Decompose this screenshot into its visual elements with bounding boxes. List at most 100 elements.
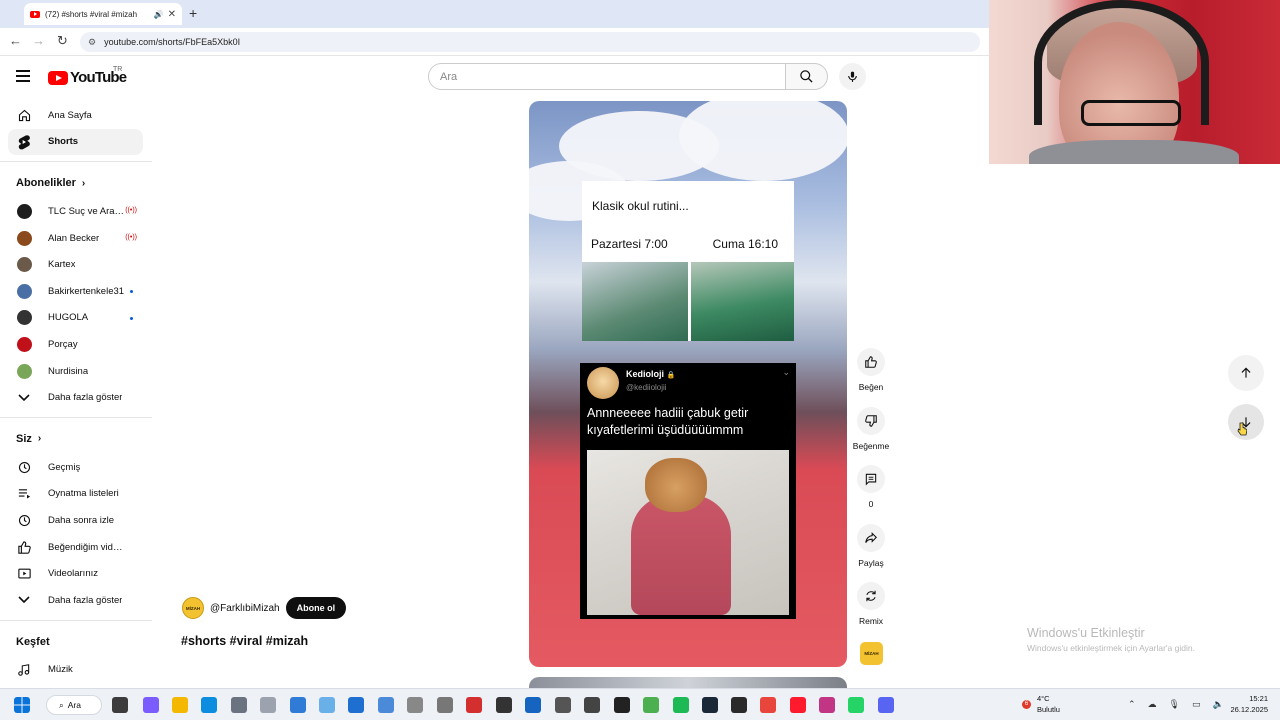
- sidebar-item-history[interactable]: Geçmiş: [0, 454, 143, 481]
- chevron-up-icon[interactable]: ⌃: [1128, 699, 1136, 710]
- show-more-subscriptions[interactable]: Daha fazla göster: [0, 384, 143, 411]
- spotify-icon[interactable]: [673, 697, 689, 713]
- watermark-line-1: Windows'u Etkinleştir: [1027, 626, 1145, 640]
- channel-info: MİZAH @FarklıbiMizah Abone ol: [182, 597, 347, 619]
- youtube-logo[interactable]: YouTube TR: [48, 66, 127, 86]
- show-more-you[interactable]: Daha fazla göster: [0, 587, 143, 614]
- forward-arrow-icon[interactable]: →: [32, 33, 45, 48]
- steam-icon[interactable]: [702, 697, 718, 713]
- sidebar-subscription-item[interactable]: Alan Becker ((•)): [0, 225, 143, 252]
- explore-title: Keşfet: [16, 635, 50, 648]
- sidebar-item-music[interactable]: Müzik: [0, 657, 143, 684]
- search-input[interactable]: [428, 63, 786, 90]
- app-blue-icon[interactable]: [525, 697, 541, 713]
- sidebar-subscription-item[interactable]: Kartex: [0, 251, 143, 278]
- chevron-down-icon: [16, 592, 32, 608]
- network-icon[interactable]: ▭: [1192, 699, 1201, 710]
- whatsapp-icon[interactable]: [848, 697, 864, 713]
- sidebar-item-label: HUGOLA: [48, 312, 89, 324]
- tray-app-icon[interactable]: ☁: [1148, 699, 1157, 710]
- comment-count: 0: [868, 499, 874, 510]
- remix-button[interactable]: Remix: [850, 582, 892, 641]
- taskbar-clock[interactable]: 15:21 26.12.2025: [1230, 693, 1268, 715]
- sidebar-item-shorts[interactable]: Shorts: [8, 128, 143, 156]
- minecraft-grass-icon[interactable]: [643, 697, 659, 713]
- reload-icon[interactable]: ↻: [57, 33, 68, 49]
- music-icon: [16, 662, 32, 678]
- search-button[interactable]: [786, 63, 828, 90]
- hamburger-menu-icon[interactable]: [16, 70, 30, 82]
- new-tab-button[interactable]: +: [189, 5, 197, 21]
- chrome-icon[interactable]: [760, 697, 776, 713]
- channel-avatar[interactable]: MİZAH: [182, 597, 204, 619]
- site-info-icon[interactable]: ⚙: [88, 37, 96, 48]
- next-short-preview[interactable]: [529, 677, 847, 688]
- sidebar-item-watch-later[interactable]: Daha sonra izle: [0, 507, 143, 534]
- tab-audio-icon[interactable]: 🔊: [154, 10, 164, 19]
- sidebar-item-playlists[interactable]: Oynatma listeleri: [0, 481, 143, 508]
- temperature: 4°C: [1037, 694, 1050, 703]
- shorts-video-player[interactable]: Klasik okul rutini... Pazartesi 7:00 Cum…: [529, 101, 847, 667]
- youtube-masthead: YouTube TR: [0, 56, 990, 98]
- settings-icon[interactable]: [231, 697, 247, 713]
- audio-source-thumbnail[interactable]: MİZAH: [860, 642, 883, 665]
- sidebar-subscription-item[interactable]: Nurdisina: [0, 358, 143, 385]
- weather-widget[interactable]: 6 4°C Bulutlu: [1022, 693, 1060, 715]
- tweet-handle: @kediiolojii: [626, 383, 667, 392]
- folder-icon[interactable]: [172, 697, 188, 713]
- camera-icon[interactable]: [407, 697, 423, 713]
- microphone-icon[interactable]: 🎙: [1169, 699, 1180, 710]
- dislike-button[interactable]: Beğenme: [850, 406, 892, 466]
- meme-photo-right: [691, 262, 794, 341]
- sidebar-item-your-videos[interactable]: Videolarınız: [0, 560, 143, 587]
- app-red-icon[interactable]: [466, 697, 482, 713]
- browser-tab[interactable]: (72) #shorts #viral #mizah 🔊 ✕: [24, 3, 182, 25]
- clock-date: 26.12.2025: [1230, 705, 1268, 714]
- photos-icon[interactable]: [319, 697, 335, 713]
- tab-close-icon[interactable]: ✕: [168, 9, 176, 20]
- store-icon[interactable]: [348, 697, 364, 713]
- opera-icon[interactable]: [790, 697, 806, 713]
- explorer-icon[interactable]: [378, 697, 394, 713]
- file-explorer-icon[interactable]: [112, 697, 128, 713]
- channel-avatar: [16, 230, 32, 246]
- new-content-dot: [130, 316, 133, 320]
- obs-icon[interactable]: [496, 697, 512, 713]
- edge-icon[interactable]: [201, 697, 217, 713]
- instagram-icon[interactable]: [819, 697, 835, 713]
- subscribe-button[interactable]: Abone ol: [285, 597, 347, 619]
- video-hashtags[interactable]: #shorts #viral #mizah: [181, 634, 308, 648]
- sidebar-subscription-item[interactable]: TLC Suç ve Araştırma((•)): [0, 198, 143, 225]
- channel-name[interactable]: @FarklıbiMizah: [210, 603, 280, 614]
- sidebar-subscription-item[interactable]: Porçay: [0, 331, 143, 358]
- url-field[interactable]: ⚙ youtube.com/shorts/FbFEa5Xbk0I: [80, 32, 980, 52]
- sidebar-item-home[interactable]: Ana Sayfa: [0, 102, 143, 129]
- channel-avatar: [16, 310, 32, 326]
- app-icon[interactable]: [290, 697, 306, 713]
- minecraft-icon[interactable]: [584, 697, 600, 713]
- back-arrow-icon[interactable]: ←: [9, 33, 22, 48]
- copilot-icon[interactable]: [143, 697, 159, 713]
- taskbar-search[interactable]: ⌕ Ara: [46, 695, 102, 715]
- cube-icon[interactable]: [555, 697, 571, 713]
- towel-shape: [631, 495, 731, 615]
- discord-icon[interactable]: [878, 697, 894, 713]
- sidebar-subscription-item[interactable]: Bakirkertenkele31: [0, 278, 143, 305]
- sidebar-subscription-item[interactable]: HUGOLA: [0, 305, 143, 332]
- voice-search-button[interactable]: [839, 63, 866, 90]
- chevron-down-icon: [16, 390, 32, 406]
- epic-games-icon[interactable]: [731, 697, 747, 713]
- tweet-cat-photo: [587, 450, 789, 615]
- like-button[interactable]: Beğen: [850, 348, 892, 407]
- windows-start-icon[interactable]: [14, 697, 30, 713]
- yandex-icon[interactable]: [260, 697, 276, 713]
- comments-button[interactable]: 0: [850, 465, 892, 524]
- share-button[interactable]: Paylaş: [850, 523, 892, 583]
- github-icon[interactable]: [614, 697, 630, 713]
- previous-short-button[interactable]: [1228, 355, 1264, 391]
- subscriptions-heading[interactable]: Abonelikler ›: [0, 168, 155, 198]
- sidebar-item-liked[interactable]: Beğendiğim videolar: [0, 534, 143, 561]
- usb-icon[interactable]: [437, 697, 453, 713]
- volume-icon[interactable]: 🔈: [1213, 699, 1224, 710]
- you-heading[interactable]: Siz ›: [0, 424, 155, 454]
